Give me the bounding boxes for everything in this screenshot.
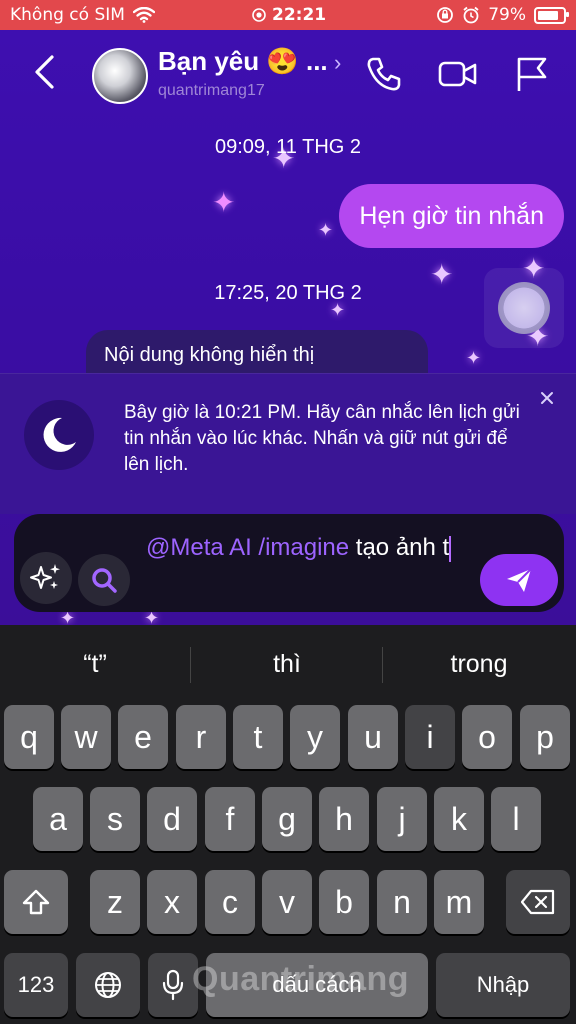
chat-area[interactable]: ✦ ✦ ✦ ✦ ✦ ✦ ✦ ✦ ✦ ✦ Bạn yêu 😍 ... › quan…: [0, 30, 576, 625]
key-k[interactable]: k: [434, 787, 484, 851]
alarm-icon: [463, 6, 479, 24]
close-notice-button[interactable]: [540, 388, 554, 411]
call-button[interactable]: [364, 54, 404, 94]
search-icon: [92, 568, 117, 593]
suggestion-2[interactable]: thì: [192, 635, 382, 693]
carrier-label: Không có SIM: [10, 5, 125, 25]
key-u[interactable]: u: [348, 705, 398, 769]
ai-effects-button[interactable]: [20, 552, 72, 604]
message-input[interactable]: @Meta AI /imagine tạo ảnh t: [146, 532, 466, 564]
key-t[interactable]: t: [233, 705, 283, 769]
key-m[interactable]: m: [434, 870, 484, 934]
backspace-icon: [521, 889, 555, 915]
microphone-icon: [162, 969, 184, 1001]
search-button[interactable]: [78, 554, 130, 606]
back-button[interactable]: [32, 54, 56, 97]
avatar[interactable]: [92, 48, 148, 104]
key-l[interactable]: l: [491, 787, 541, 851]
video-camera-icon: [438, 61, 477, 87]
key-o[interactable]: o: [462, 705, 512, 769]
outgoing-message-bubble[interactable]: Hẹn giờ tin nhắn: [339, 184, 564, 248]
key-q[interactable]: q: [4, 705, 54, 769]
return-key[interactable]: Nhập: [436, 953, 570, 1017]
sparkle-decoration: ✦: [466, 348, 482, 368]
suggestion-divider: [190, 647, 191, 683]
rotation-lock-icon: [437, 7, 454, 23]
globe-icon: [95, 972, 121, 998]
battery-icon: [534, 6, 569, 24]
status-right: 79%: [436, 5, 569, 25]
schedule-notice-banner: Bây giờ là 10:21 PM. Hãy cân nhắc lên lị…: [0, 373, 576, 514]
schedule-notice-text: Bây giờ là 10:21 PM. Hãy cân nhắc lên lị…: [124, 402, 520, 475]
status-bar: Không có SIM 22:21 79%: [0, 0, 576, 30]
status-time: 22:21: [272, 5, 327, 25]
contact-name[interactable]: Bạn yêu 😍 ...: [158, 46, 328, 77]
flag-icon: [517, 57, 547, 91]
assistive-touch-button[interactable]: [484, 268, 564, 348]
key-w[interactable]: w: [61, 705, 111, 769]
chat-header: Bạn yêu 😍 ... › quantrimang17: [0, 30, 576, 120]
key-b[interactable]: b: [319, 870, 369, 934]
report-button[interactable]: [512, 54, 552, 94]
key-a[interactable]: a: [33, 787, 83, 851]
send-button[interactable]: [480, 554, 558, 606]
suggestion-divider: [382, 647, 383, 683]
microphone-key[interactable]: [148, 953, 198, 1017]
key-d[interactable]: d: [147, 787, 197, 851]
status-time-group: 22:21: [252, 5, 326, 25]
status-left: Không có SIM: [10, 5, 155, 25]
battery-percent: 79%: [488, 5, 526, 25]
key-s[interactable]: s: [90, 787, 140, 851]
video-call-button[interactable]: [438, 54, 478, 94]
message-input-text: tạo ảnh t: [349, 534, 450, 561]
text-cursor: [449, 535, 452, 562]
key-r[interactable]: r: [176, 705, 226, 769]
contact-username: quantrimang17: [158, 82, 265, 99]
meta-ai-mention: @Meta AI /imagine: [146, 534, 350, 561]
key-c[interactable]: c: [205, 870, 255, 934]
key-n[interactable]: n: [377, 870, 427, 934]
message-timestamp: 09:09, 11 THG 2: [214, 136, 361, 158]
key-v[interactable]: v: [262, 870, 312, 934]
suggestion-3[interactable]: trong: [384, 635, 574, 693]
key-p[interactable]: p: [520, 705, 570, 769]
globe-key[interactable]: [76, 953, 140, 1017]
numbers-key[interactable]: 123: [4, 953, 68, 1017]
shift-icon: [22, 889, 50, 915]
moon-icon: [43, 417, 76, 452]
key-f[interactable]: f: [205, 787, 255, 851]
sparkles-icon: [30, 564, 60, 589]
sparkle-decoration: ✦: [212, 187, 236, 218]
key-z[interactable]: z: [90, 870, 140, 934]
shift-key[interactable]: [4, 870, 68, 934]
delete-key[interactable]: [506, 870, 570, 934]
phone-icon: [367, 57, 401, 91]
key-e[interactable]: e: [118, 705, 168, 769]
close-icon: [541, 392, 553, 404]
key-x[interactable]: x: [147, 870, 197, 934]
suggestion-1[interactable]: “t”: [0, 635, 190, 693]
watermark-logo: Quantrimang: [192, 960, 410, 998]
message-composer: @Meta AI /imagine tạo ảnh t: [14, 514, 564, 612]
key-i[interactable]: i: [405, 705, 455, 769]
wifi-icon: [132, 7, 155, 23]
sparkle-decoration: ✦: [318, 220, 334, 240]
focus-icon: [252, 8, 266, 22]
chevron-right-icon[interactable]: ›: [334, 50, 341, 76]
assistive-touch-circle: [498, 282, 550, 334]
key-y[interactable]: y: [290, 705, 340, 769]
send-icon: [507, 568, 532, 592]
moon-icon-container: [24, 400, 94, 470]
key-h[interactable]: h: [319, 787, 369, 851]
chevron-left-icon: [35, 55, 54, 89]
key-j[interactable]: j: [377, 787, 427, 851]
key-g[interactable]: g: [262, 787, 312, 851]
